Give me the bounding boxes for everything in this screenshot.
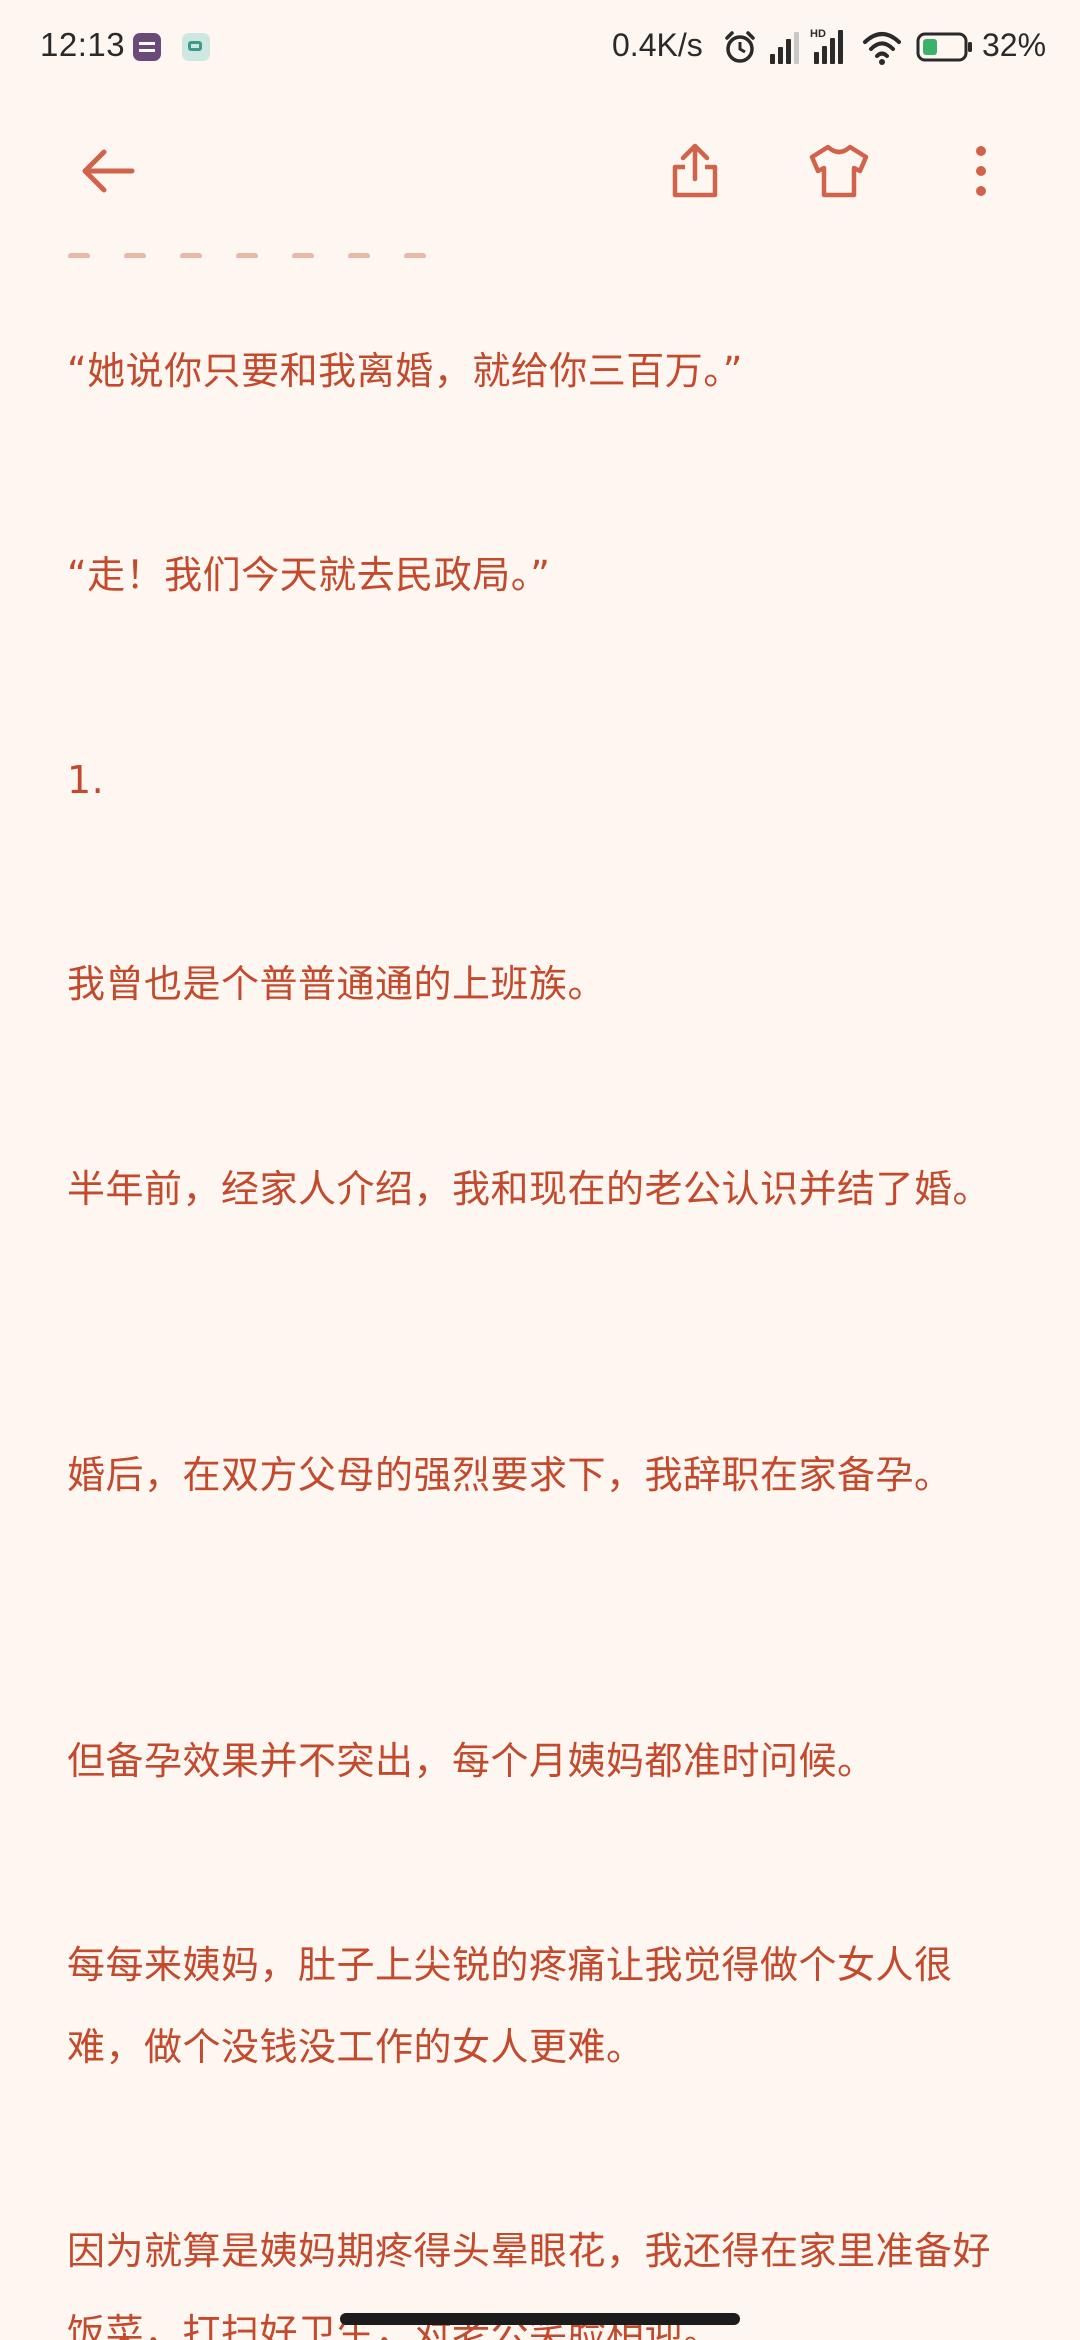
wifi-icon — [863, 32, 901, 65]
paragraph: 婚后，在双方父母的强烈要求下，我辞职在家备孕。 — [67, 1453, 953, 1497]
status-bar: 12:13 0.4K/s HD 32% — [0, 0, 1080, 96]
battery-icon — [916, 32, 972, 62]
back-button[interactable] — [66, 129, 150, 213]
hd-signal-icon: HD — [810, 28, 843, 64]
more-vertical-icon — [976, 146, 986, 196]
back-arrow-icon — [82, 149, 135, 193]
alarm-icon — [725, 31, 755, 63]
status-time: 12:13 — [40, 26, 126, 63]
theme-button[interactable] — [797, 129, 881, 213]
capcut-notification-icon — [182, 33, 210, 61]
previous-line-fragment — [68, 246, 488, 258]
chapter-heading: 1. — [67, 758, 105, 802]
more-button[interactable] — [939, 129, 1023, 213]
reader-toolbar — [0, 96, 1080, 246]
tshirt-theme-icon — [809, 144, 869, 198]
paragraph: 半年前，经家人介绍，我和现在的老公认识并结了婚。 — [67, 1167, 992, 1211]
paragraph: “她说你只要和我离婚，就给你三百万。” — [67, 349, 743, 393]
paragraph: 我曾也是个普普通通的上班族。 — [67, 962, 607, 1006]
share-icon — [672, 143, 718, 198]
gesture-navigation-bar[interactable] — [340, 2313, 740, 2325]
paragraph: 但备孕效果并不突出，每个月姨妈都准时问候。 — [67, 1739, 876, 1783]
reader-content[interactable]: “她说你只要和我离婚，就给你三百万。” “走！我们今天就去民政局。” 1. 我曾… — [0, 246, 1080, 2340]
paragraph: 每每来姨妈，肚子上尖锐的疼痛让我觉得做个女人很难，做个没钱没工作的女人更难。 — [67, 1943, 953, 2069]
paragraph: “走！我们今天就去民政局。” — [67, 553, 551, 597]
share-button[interactable] — [653, 129, 737, 213]
app-notification-icon — [133, 33, 161, 61]
svg-text:HD: HD — [810, 28, 826, 40]
signal-icon — [770, 32, 799, 64]
network-speed: 0.4K/s — [612, 27, 703, 63]
battery-percent: 32% — [982, 27, 1047, 63]
